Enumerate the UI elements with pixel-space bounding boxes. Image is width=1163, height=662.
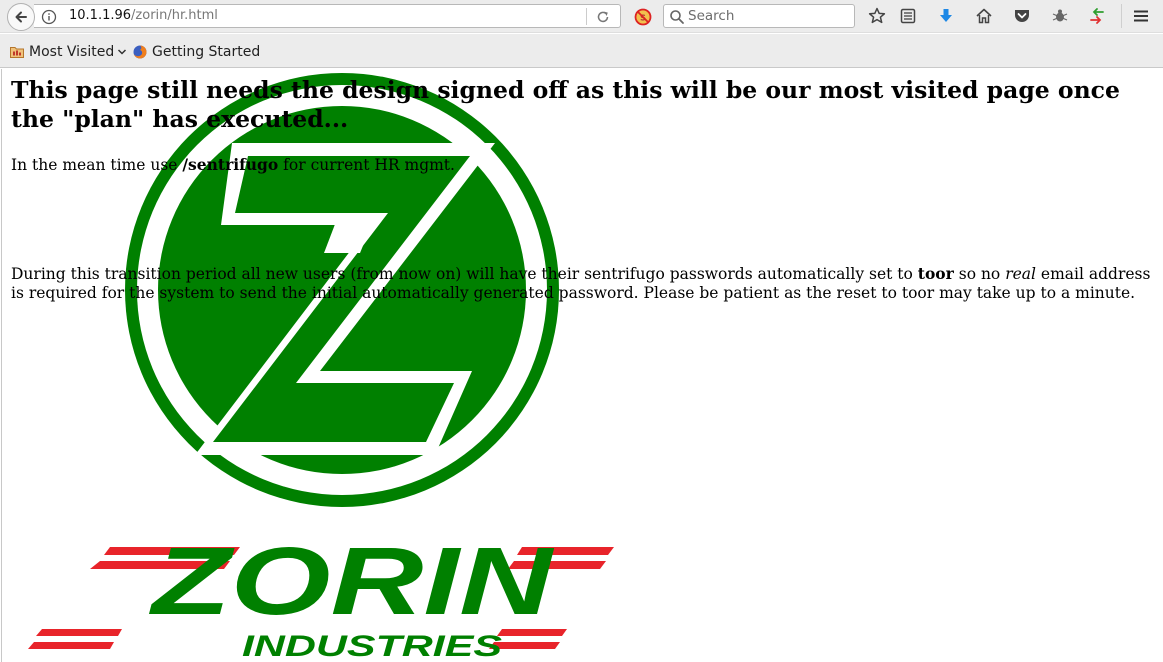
bookmark-getting-started-label: Getting Started: [152, 44, 261, 60]
proxy-switch-icon[interactable]: [1087, 6, 1107, 26]
default-password: toor: [917, 264, 954, 283]
folder-icon: [10, 47, 24, 58]
url-path: /zorin/hr.html: [131, 8, 218, 23]
firefox-icon: [133, 45, 147, 59]
page-content: ZORIN INDUSTRIES This page still needs t…: [1, 69, 1163, 662]
site-info-icon[interactable]: [41, 9, 57, 25]
transition-paragraph: During this transition period all new us…: [11, 264, 1156, 303]
bookmark-most-visited[interactable]: Most Visited: [9, 43, 131, 61]
noscript-icon[interactable]: S: [634, 8, 652, 26]
bookmark-star-icon[interactable]: [867, 6, 887, 26]
bookmarks-toolbar: Most Visited Getting Started: [0, 34, 1163, 68]
home-icon[interactable]: [974, 6, 994, 26]
sentrifugo-path: /sentrifugo: [182, 155, 279, 174]
bookmark-getting-started[interactable]: Getting Started: [132, 43, 260, 61]
hamburger-menu-icon[interactable]: [1131, 6, 1151, 26]
emphasis-real: real: [1005, 265, 1036, 283]
intro-text: In the mean time use: [11, 156, 183, 174]
transition-text-mid: so no: [953, 265, 1006, 283]
toolbar-separator: [1121, 4, 1122, 28]
reload-icon[interactable]: [595, 9, 611, 25]
pocket-icon[interactable]: [1012, 6, 1032, 26]
logo-subtitle: INDUSTRIES: [242, 630, 502, 662]
url-text[interactable]: 10.1.1.96/zorin/hr.html: [69, 8, 218, 23]
page-heading: This page still needs the design signed …: [11, 76, 1120, 133]
bug-extension-icon[interactable]: [1050, 6, 1070, 26]
url-separator: [586, 8, 587, 25]
intro-paragraph: In the mean time use /sentrifugo for cur…: [11, 155, 1156, 175]
bookmark-most-visited-label: Most Visited: [29, 44, 115, 60]
navigation-toolbar: 10.1.1.96/zorin/hr.html S Search: [0, 0, 1163, 33]
logo-wordmark: ZORIN: [148, 528, 554, 635]
chevron-down-icon: [118, 49, 127, 55]
search-field[interactable]: Search: [663, 4, 855, 28]
url-bar[interactable]: 10.1.1.96/zorin/hr.html: [34, 4, 621, 28]
back-button[interactable]: [7, 3, 35, 31]
reading-list-icon[interactable]: [898, 6, 918, 26]
back-arrow-icon: [15, 11, 27, 23]
search-icon: [670, 10, 684, 24]
intro-text-end: for current HR mgmt.: [278, 156, 455, 174]
transition-text: During this transition period all new us…: [11, 265, 918, 283]
search-placeholder: Search: [688, 8, 735, 24]
url-host: 10.1.1.96: [69, 8, 132, 23]
downloads-icon[interactable]: [936, 6, 956, 26]
